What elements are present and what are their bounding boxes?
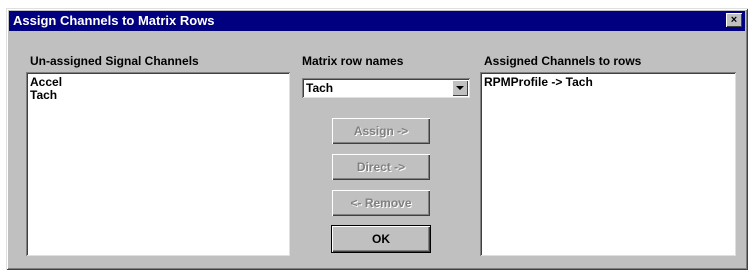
unassigned-label: Un-assigned Signal Channels xyxy=(30,54,199,68)
list-item[interactable]: RPMProfile -> Tach xyxy=(480,76,736,89)
matrix-row-value: Tach xyxy=(306,81,334,95)
list-item[interactable]: Accel xyxy=(26,76,290,89)
title-bar: Assign Channels to Matrix Rows × xyxy=(9,11,745,31)
list-item[interactable]: Tach xyxy=(26,89,290,102)
assign-channels-dialog: Assign Channels to Matrix Rows × Un-assi… xyxy=(6,8,748,270)
assign-button[interactable]: Assign -> xyxy=(332,118,430,144)
matrix-row-label: Matrix row names xyxy=(302,54,404,68)
ok-button[interactable]: OK xyxy=(331,225,431,253)
direct-button[interactable]: Direct -> xyxy=(332,154,430,180)
close-icon[interactable]: × xyxy=(726,13,742,27)
chevron-down-icon[interactable] xyxy=(452,80,468,96)
remove-button[interactable]: <- Remove xyxy=(332,190,430,216)
matrix-row-select[interactable]: Tach xyxy=(302,78,470,98)
unassigned-channels-list[interactable]: Accel Tach xyxy=(26,72,290,256)
dialog-title: Assign Channels to Matrix Rows xyxy=(13,13,215,28)
assigned-label: Assigned Channels to rows xyxy=(484,54,642,68)
assigned-channels-list[interactable]: RPMProfile -> Tach xyxy=(480,72,736,256)
